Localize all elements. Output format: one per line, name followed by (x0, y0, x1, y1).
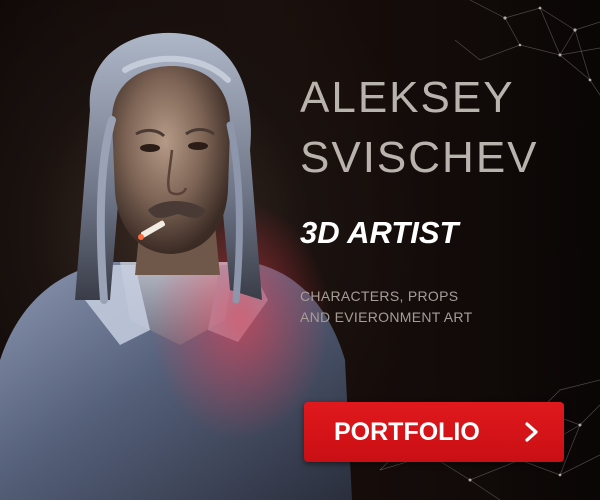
chevron-right-icon (525, 422, 538, 442)
artist-role: 3D ARTIST (300, 215, 459, 250)
artist-first-name: ALEKSEY (300, 73, 515, 122)
portfolio-banner: ALEKSEY SVISCHEV 3D ARTIST CHARACTERS, P… (0, 0, 600, 500)
artist-last-name: SVISCHEV (300, 133, 539, 182)
specialty-line-2: AND EVIERONMENT ART (300, 309, 473, 325)
specialty-line-1: CHARACTERS, PROPS (300, 288, 459, 304)
portfolio-button[interactable]: PORTFOLIO (304, 402, 564, 462)
portfolio-button-label: PORTFOLIO (334, 417, 480, 446)
